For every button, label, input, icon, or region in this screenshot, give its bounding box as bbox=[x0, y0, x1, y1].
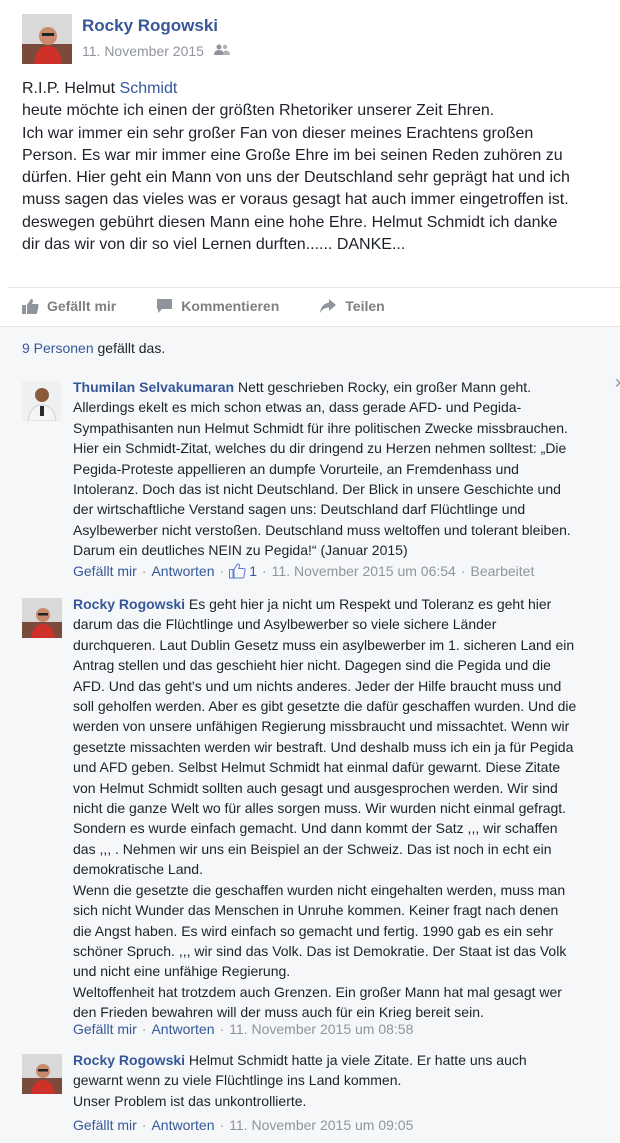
comment-text-line: von Helmut Schmidt sollten auch gesagt u… bbox=[73, 779, 558, 796]
like-label: Gefällt mir bbox=[47, 298, 117, 314]
comment-text-line: nicht die ganze Welt wo für alles sorgen… bbox=[73, 800, 567, 817]
comment-text-line: werden von unsere unfähigen Regierung mi… bbox=[73, 718, 570, 735]
comment-text-line: den Frieden bewahren will der muss auch … bbox=[73, 1004, 484, 1021]
post-text-line: dir das wir von dir so viel Lernen durft… bbox=[22, 236, 406, 254]
comment-label: Kommentieren bbox=[181, 298, 280, 314]
commenter-avatar[interactable] bbox=[22, 1054, 62, 1094]
post-text-line: muss sagen das vieles was er voraus gesa… bbox=[22, 191, 569, 209]
comment-body: Thumilan Selvakumaran Nett geschrieben R… bbox=[73, 377, 618, 561]
comment-like-count[interactable]: 1 bbox=[229, 563, 257, 579]
separator: · bbox=[219, 1021, 225, 1037]
comment-text-line: Darum ein deutliches NEIN zu Pegida!“ (J… bbox=[73, 542, 408, 559]
comment-text-line: schöner Spruch. ,,, wir sind das Volk. D… bbox=[73, 942, 567, 959]
share-button[interactable]: Teilen bbox=[319, 298, 385, 314]
comment-like-link[interactable]: Gefällt mir bbox=[73, 1117, 137, 1133]
comment-icon bbox=[157, 299, 173, 313]
comment-body: Rocky Rogowski Helmut Schmidt hatte ja v… bbox=[73, 1050, 618, 1111]
comment-text-line: Hier ein Schmidt-Zitat, welches du dir d… bbox=[73, 440, 567, 457]
commenter-avatar[interactable] bbox=[22, 598, 62, 638]
commenter-name[interactable]: Thumilan Selvakumaran bbox=[73, 379, 234, 395]
post-text-line: heute möchte ich einen der größten Rheto… bbox=[22, 102, 495, 120]
comment-text-line: Unser Problem ist das unkontrollierte. bbox=[73, 1092, 307, 1109]
comment-first-line: Helmut Schmidt hatte ja viele Zitate. Er… bbox=[185, 1052, 527, 1068]
commenter-avatar[interactable] bbox=[22, 381, 62, 421]
comment-text-line: demokratische Land. bbox=[73, 861, 203, 878]
post-title-text: R.I.P. Helmut bbox=[22, 80, 120, 97]
comment-text-line: sich nicht Wunder das Menschen in Unruhe… bbox=[73, 902, 559, 919]
comment-button[interactable]: Kommentieren bbox=[156, 298, 279, 314]
post-text-line: dürfen. Hier geht ein Mann von uns der D… bbox=[22, 169, 570, 187]
share-label: Teilen bbox=[345, 298, 385, 314]
likes-text: 9 Personen gefällt das. bbox=[22, 340, 165, 356]
commenter-name[interactable]: Rocky Rogowski bbox=[73, 596, 185, 612]
thumbs-up-icon bbox=[22, 298, 39, 314]
likes-suffix: gefällt das. bbox=[93, 340, 166, 356]
separator: · bbox=[219, 1117, 225, 1133]
comment-timestamp[interactable]: 11. November 2015 um 06:54 bbox=[272, 563, 456, 579]
comment-text-line: der wirtschaftliche Verstand sagen uns: … bbox=[73, 501, 526, 518]
comment-text-line: Sympathisanten nun Helmut Schmidt für ih… bbox=[73, 419, 568, 436]
edited-label[interactable]: Bearbeitet bbox=[471, 563, 535, 579]
post-date[interactable]: 11. November 2015 bbox=[82, 43, 204, 59]
comment-meta: Gefällt mir · Antworten · 11. November 2… bbox=[73, 1117, 413, 1133]
share-arrow-icon bbox=[320, 299, 337, 313]
post-author-name[interactable]: Rocky Rogowski bbox=[82, 16, 218, 36]
comment-first-line: Es geht hier ja nicht um Respekt und Tol… bbox=[185, 596, 552, 612]
comment-text-line: Asylbewerber nicht verstoßen. Deutschlan… bbox=[73, 521, 571, 538]
comment-text-line: AFD. Und das geht's und um nichts andere… bbox=[73, 677, 562, 694]
actions-divider bbox=[8, 287, 620, 288]
comment-text-line: soll geholfen werden. Aber es gibt geset… bbox=[73, 698, 577, 715]
post-text-line: Person. Es war mir immer eine Große Ehre… bbox=[22, 146, 563, 164]
comment-text-line: Pegida-Proteste appellieren an dumpfe Vo… bbox=[73, 460, 519, 477]
comment-reply-link[interactable]: Antworten bbox=[151, 1117, 214, 1133]
comment-text-line: Intoleranz. Doch das ist nicht Deutschla… bbox=[73, 481, 561, 498]
people-link[interactable]: 9 Personen bbox=[22, 340, 94, 356]
schmidt-link[interactable]: Schmidt bbox=[120, 80, 178, 97]
separator: · bbox=[261, 563, 267, 579]
comment-reply-link[interactable]: Antworten bbox=[151, 563, 214, 579]
post-actions: Gefällt mir Kommentieren Teilen bbox=[22, 292, 425, 320]
comment-meta: Gefällt mir · Antworten · 1 · 11. Novemb… bbox=[73, 563, 534, 579]
post-text-line: Ich war immer ein sehr großer Fan von di… bbox=[22, 124, 534, 142]
comment-text-line: Sondern es wurde einfach gemacht. Und da… bbox=[73, 820, 558, 837]
commenter-name[interactable]: Rocky Rogowski bbox=[73, 1052, 185, 1068]
post-text-line: deswegen gebührt diesen Mann eine hohe E… bbox=[22, 213, 558, 231]
comment-meta: Gefällt mir · Antworten · 11. November 2… bbox=[73, 1021, 413, 1037]
author-avatar[interactable] bbox=[22, 14, 72, 64]
comment-text-line: durchqueren. Laut Dublin Gesetz muss ein… bbox=[73, 636, 575, 653]
comment-text-line: gesetzte missachten werden wir bestraft.… bbox=[73, 738, 574, 755]
comment-text-line: Antrag stellen und das geschieht hier ni… bbox=[73, 657, 551, 674]
comment-first-line: Nett geschrieben Rocky, ein großer Mann … bbox=[234, 379, 532, 395]
comment-text-line: das ,,, . Nehmen wir uns ein Beispiel an… bbox=[73, 840, 552, 857]
comment-text-line: darum das die Flüchtlinge und Asylbewerb… bbox=[73, 616, 497, 633]
comment-like-link[interactable]: Gefällt mir bbox=[73, 563, 137, 579]
separator: · bbox=[141, 563, 147, 579]
comment-text-line: gewarnt wenn zu viele Flüchtlinge ins La… bbox=[73, 1072, 402, 1089]
like-count-number: 1 bbox=[249, 563, 257, 579]
post-title-line: R.I.P. Helmut Schmidt bbox=[22, 78, 620, 100]
separator: · bbox=[141, 1117, 147, 1133]
post-text: R.I.P. Helmut Schmidt heute möchte ich e… bbox=[22, 78, 620, 256]
comment-text-line: die Angst haben. Es wird einfach so gema… bbox=[73, 922, 554, 939]
likes-summary: 9 Personen gefällt das. bbox=[0, 326, 620, 371]
comment-reply-link[interactable]: Antworten bbox=[151, 1021, 214, 1037]
separator: · bbox=[141, 1021, 147, 1037]
comment-body: Rocky Rogowski Es geht hier ja nicht um … bbox=[73, 594, 618, 1023]
thumbs-up-icon bbox=[229, 563, 246, 579]
comment-text-line: und AFD geben. Selbst Helmut Schmidt hat… bbox=[73, 759, 561, 776]
comment-text-line: Weltoffenheit hat trotzdem auch Grenzen.… bbox=[73, 983, 562, 1000]
comment-text-line: Wenn die gesetzte die geschaffen wurden … bbox=[73, 881, 566, 898]
separator: · bbox=[460, 563, 466, 579]
comment-timestamp[interactable]: 11. November 2015 um 09:05 bbox=[229, 1117, 413, 1133]
like-button[interactable]: Gefällt mir bbox=[22, 298, 116, 315]
post-meta: 11. November 2015 bbox=[82, 43, 230, 59]
comment-timestamp[interactable]: 11. November 2015 um 08:58 bbox=[229, 1021, 413, 1037]
comment-text-line: und nicht eine unfähige Regierung. bbox=[73, 963, 291, 980]
comment-text-line: Allerdings ekelt es mich schon etwas an,… bbox=[73, 399, 522, 416]
separator: · bbox=[219, 563, 225, 579]
friends-icon[interactable] bbox=[213, 43, 230, 59]
comment-like-link[interactable]: Gefällt mir bbox=[73, 1021, 137, 1037]
